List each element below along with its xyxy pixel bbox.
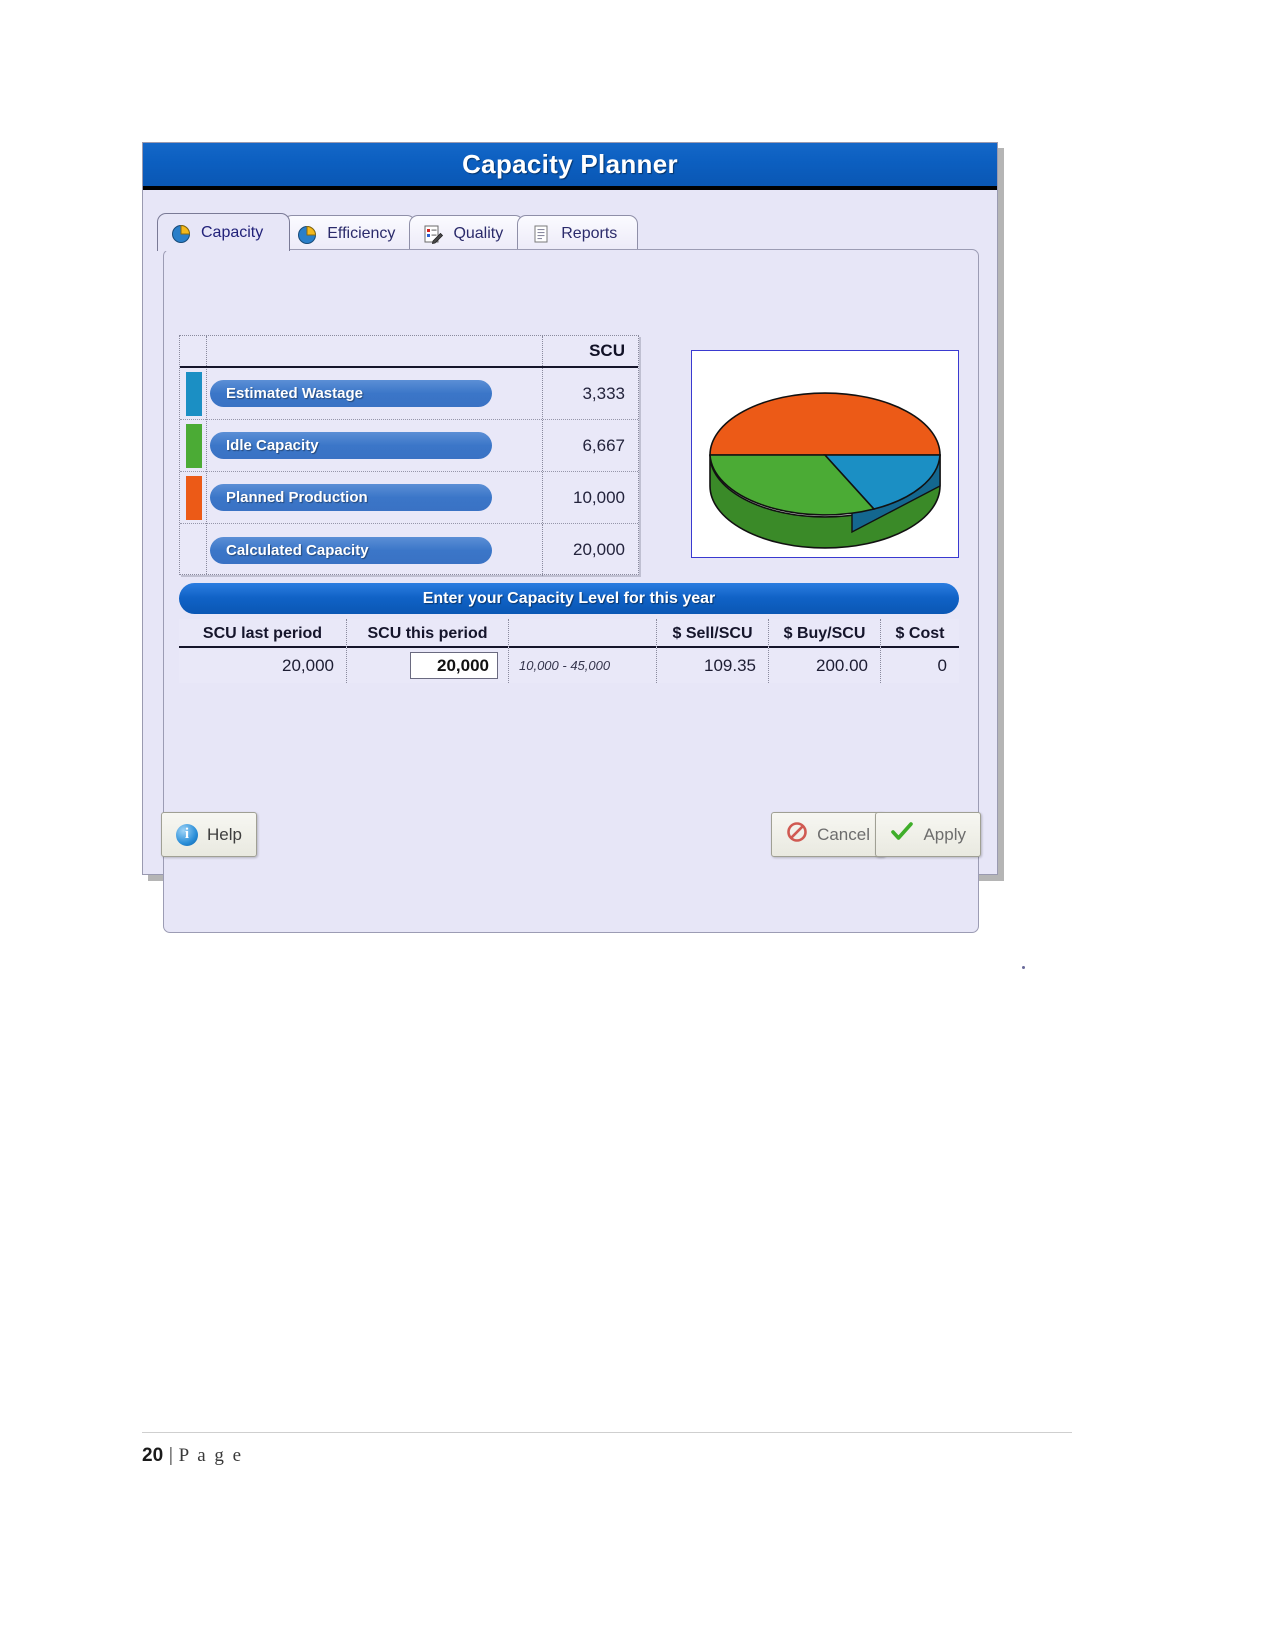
range-hint-text: 10,000 - 45,000 — [519, 658, 611, 673]
column-cost: $ Cost 0 — [881, 619, 959, 683]
row-label-calculated-capacity: Calculated Capacity — [210, 536, 492, 564]
tab-capacity-label: Capacity — [201, 223, 264, 241]
tab-quality[interactable]: Quality — [409, 215, 525, 251]
scu-this-period-input[interactable]: 20,000 — [410, 652, 498, 679]
scu-this-period-cell: 20,000 — [347, 648, 508, 683]
tab-bar: Capacity Efficiency Quality Reports — [157, 211, 985, 251]
column-scu-last-period: SCU last period 20,000 — [179, 619, 347, 683]
pie-chart-icon — [170, 222, 192, 244]
info-icon: i — [176, 823, 198, 846]
row-label-cell: Estimated Wastage — [202, 380, 542, 407]
column-header-scu-this-period: SCU this period — [347, 619, 508, 648]
capacity-summary-table: SCU Estimated Wastage 3,333 Idle Capacit… — [179, 335, 639, 576]
page-number-line: 20 | P a g e — [142, 1445, 1072, 1467]
column-scu-this-period: SCU this period 20,000 — [347, 619, 509, 683]
column-header-blank — [509, 619, 656, 648]
footer-divider — [142, 1432, 1072, 1433]
tab-efficiency[interactable]: Efficiency — [283, 215, 417, 251]
pie-slice-planned-production — [709, 392, 941, 456]
value-scu-last-period: 20,000 — [282, 655, 334, 675]
column-header-sell-per-scu: $ Sell/SCU — [657, 619, 768, 648]
page-footer: 20 | P a g e — [142, 1432, 1072, 1467]
capacity-pie-chart — [691, 350, 959, 558]
stray-mark — [1022, 966, 1025, 969]
tab-quality-label: Quality — [453, 224, 504, 242]
column-header-scu: SCU — [542, 336, 638, 366]
prohibition-icon — [786, 821, 808, 848]
row-value-planned-production: 10,000 — [542, 472, 638, 523]
row-value-idle-capacity: 6,667 — [542, 420, 638, 471]
pie-chart-icon — [296, 223, 318, 245]
page-word: P a g e — [178, 1445, 244, 1466]
tab-reports[interactable]: Reports — [517, 215, 639, 251]
legend-swatch-planned-production — [186, 475, 202, 520]
page-separator: | — [168, 1445, 174, 1466]
row-value-calculated-capacity: 20,000 — [542, 524, 638, 576]
tab-efficiency-label: Efficiency — [327, 224, 396, 242]
row-value-estimated-wastage: 3,333 — [542, 368, 638, 419]
row-label-idle-capacity: Idle Capacity — [210, 432, 492, 459]
table-row: Calculated Capacity 20,000 — [180, 524, 638, 576]
capacity-entry-table: SCU last period 20,000 SCU this period 2… — [179, 619, 959, 683]
dialog-titlebar: Capacity Planner — [143, 143, 997, 190]
value-sell-per-scu: 109.35 — [704, 655, 756, 675]
checkmark-icon — [890, 821, 914, 848]
tab-reports-label: Reports — [561, 224, 618, 242]
pie-chart-svg — [709, 392, 941, 549]
column-header-cost: $ Cost — [881, 619, 959, 648]
cancel-button-label: Cancel — [817, 824, 870, 844]
table-header-row: SCU — [180, 336, 638, 368]
table-row: Estimated Wastage 3,333 — [180, 368, 638, 420]
cancel-button[interactable]: Cancel — [771, 812, 885, 857]
column-range-hint: 10,000 - 45,000 — [509, 619, 657, 683]
row-label-planned-production: Planned Production — [210, 484, 492, 511]
table-row: Idle Capacity 6,667 — [180, 420, 638, 472]
row-label-estimated-wastage: Estimated Wastage — [210, 380, 492, 407]
column-buy-per-scu: $ Buy/SCU 200.00 — [769, 619, 881, 683]
legend-swatch-idle-capacity — [186, 423, 202, 468]
row-label-cell: Idle Capacity — [202, 432, 542, 459]
apply-button-label: Apply — [923, 824, 966, 844]
apply-button[interactable]: Apply — [875, 812, 981, 857]
help-button[interactable]: i Help — [161, 812, 257, 857]
value-cost: 0 — [937, 655, 947, 675]
legend-swatch-calculated-capacity — [186, 528, 202, 572]
column-header-scu-last-period: SCU last period — [179, 619, 346, 648]
document-icon — [530, 223, 552, 245]
tab-capacity[interactable]: Capacity — [157, 213, 291, 251]
row-label-cell: Calculated Capacity — [202, 536, 542, 564]
page-number: 20 — [142, 1445, 164, 1466]
capacity-planner-dialog: Capacity Planner Capacity Efficiency Qua… — [142, 142, 998, 933]
column-header-buy-per-scu: $ Buy/SCU — [769, 619, 880, 648]
legend-swatch-estimated-wastage — [186, 371, 202, 416]
column-sell-per-scu: $ Sell/SCU 109.35 — [657, 619, 769, 683]
table-row: Planned Production 10,000 — [180, 472, 638, 524]
dialog-footer: i Help Cancel Apply — [143, 800, 997, 874]
value-buy-per-scu: 200.00 — [816, 655, 868, 675]
quality-edit-icon — [422, 223, 444, 245]
dialog-title: Capacity Planner — [462, 149, 678, 179]
help-button-label: Help — [207, 824, 242, 844]
row-label-cell: Planned Production — [202, 484, 542, 511]
capacity-level-banner: Enter your Capacity Level for this year — [179, 583, 959, 614]
